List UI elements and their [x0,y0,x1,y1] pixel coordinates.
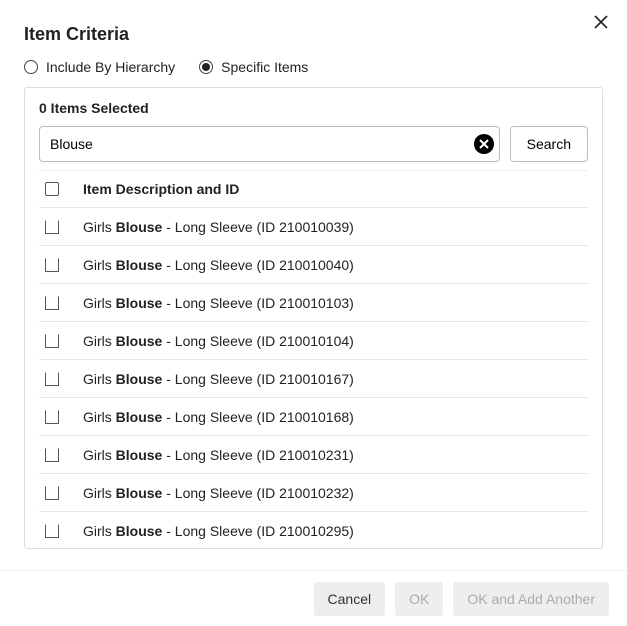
row-description: Girls Blouse - Long Sleeve (ID 210010231… [83,447,354,463]
search-input[interactable] [39,126,500,162]
radio-option-1[interactable]: Specific Items [199,59,308,75]
row-checkbox[interactable] [45,448,59,462]
results-list: Item Description and ID Girls Blouse - L… [39,170,588,549]
mode-radio-group: Include By Hierarchy Specific Items [24,59,603,75]
selection-count: 0 Items Selected [39,100,588,116]
column-header: Item Description and ID [83,181,239,197]
items-panel: 0 Items Selected Search Item Description… [24,87,603,549]
row-description: Girls Blouse - Long Sleeve (ID 210010039… [83,219,354,235]
item-criteria-dialog: Item Criteria Include By Hierarchy Specif… [0,0,627,626]
clear-search-icon[interactable] [474,134,494,154]
row-checkbox[interactable] [45,258,59,272]
radio-option-0[interactable]: Include By Hierarchy [24,59,175,75]
table-row[interactable]: Girls Blouse - Long Sleeve (ID 210010039… [39,208,588,246]
ok-button[interactable]: OK [395,582,443,616]
row-checkbox[interactable] [45,486,59,500]
table-row[interactable]: Girls Blouse - Long Sleeve (ID 210010231… [39,436,588,474]
dialog-title: Item Criteria [24,18,603,45]
table-row[interactable]: Girls Blouse - Long Sleeve (ID 210010295… [39,512,588,549]
row-checkbox[interactable] [45,372,59,386]
row-checkbox[interactable] [45,524,59,538]
search-button[interactable]: Search [510,126,588,162]
cancel-button[interactable]: Cancel [314,582,386,616]
table-row[interactable]: Girls Blouse - Long Sleeve (ID 210010167… [39,360,588,398]
close-icon[interactable] [589,10,613,34]
radio-label: Specific Items [221,59,308,75]
radio-icon [199,60,213,74]
row-checkbox[interactable] [45,220,59,234]
row-checkbox[interactable] [45,334,59,348]
row-checkbox[interactable] [45,296,59,310]
table-row[interactable]: Girls Blouse - Long Sleeve (ID 210010104… [39,322,588,360]
table-row[interactable]: Girls Blouse - Long Sleeve (ID 210010040… [39,246,588,284]
dialog-footer: Cancel OK OK and Add Another [0,570,627,626]
row-description: Girls Blouse - Long Sleeve (ID 210010040… [83,257,354,273]
radio-label: Include By Hierarchy [46,59,175,75]
row-checkbox[interactable] [45,410,59,424]
row-description: Girls Blouse - Long Sleeve (ID 210010103… [83,295,354,311]
radio-icon [24,60,38,74]
row-description: Girls Blouse - Long Sleeve (ID 210010167… [83,371,354,387]
ok-add-another-button[interactable]: OK and Add Another [453,582,609,616]
select-all-checkbox[interactable] [45,182,59,196]
table-row[interactable]: Girls Blouse - Long Sleeve (ID 210010232… [39,474,588,512]
table-row[interactable]: Girls Blouse - Long Sleeve (ID 210010168… [39,398,588,436]
table-row[interactable]: Girls Blouse - Long Sleeve (ID 210010103… [39,284,588,322]
row-description: Girls Blouse - Long Sleeve (ID 210010104… [83,333,354,349]
row-description: Girls Blouse - Long Sleeve (ID 210010232… [83,485,354,501]
row-description: Girls Blouse - Long Sleeve (ID 210010295… [83,523,354,539]
row-description: Girls Blouse - Long Sleeve (ID 210010168… [83,409,354,425]
table-header-row: Item Description and ID [39,170,588,208]
